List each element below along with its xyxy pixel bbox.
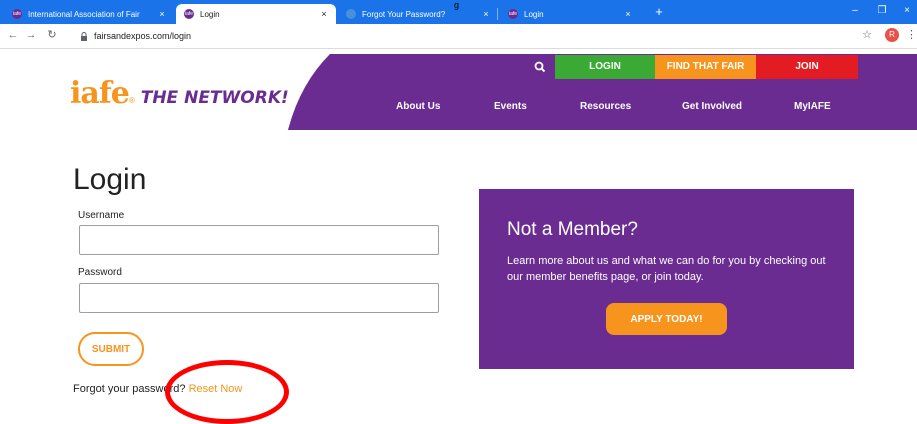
minimize-button[interactable]: – [845, 3, 865, 19]
tab-login-active[interactable]: iafe Login × [176, 4, 336, 24]
url-omnibox[interactable]: fairsandexpos.com/login [80, 27, 880, 45]
nav-about-us[interactable]: About Us [396, 101, 440, 112]
tab-title: Forgot Your Password? [362, 9, 446, 19]
browser-menu-icon[interactable]: ⋮ [906, 28, 917, 42]
iafe-logo[interactable]: iafe ® THE NETWORK! [70, 76, 289, 111]
nav-myiafe[interactable]: MyIAFE [794, 101, 831, 112]
restore-button[interactable]: ❐ [872, 3, 892, 19]
apply-today-button[interactable]: APPLY TODAY! [606, 303, 727, 335]
nav-resources[interactable]: Resources [580, 101, 631, 112]
tab-login-second[interactable]: iafe Login × [500, 4, 640, 24]
tab-close-icon[interactable]: × [622, 9, 634, 19]
tab-title: Login [524, 9, 544, 19]
tab-close-icon[interactable]: × [318, 9, 330, 19]
tab-separator [497, 8, 498, 20]
tab-close-icon[interactable]: × [156, 9, 168, 19]
logo-iafe-text: iafe [70, 76, 130, 111]
profile-avatar[interactable]: R [885, 28, 899, 42]
nav-get-involved[interactable]: Get Involved [682, 101, 742, 112]
iafe-favicon-icon: iafe [12, 9, 22, 19]
iafe-favicon-icon: iafe [508, 9, 518, 19]
overlay-glyph: g [454, 0, 460, 10]
page-title: Login [73, 163, 147, 196]
member-panel-text: Learn more about us and what we can do f… [507, 255, 826, 283]
tab-close-icon[interactable]: × [480, 9, 492, 19]
iafe-favicon-icon: iafe [184, 9, 194, 19]
url-text: fairsandexpos.com/login [94, 31, 192, 41]
find-that-fair-button[interactable]: FIND THAT FAIR [655, 55, 756, 79]
tab-forgot-password[interactable]: Forgot Your Password? × [338, 4, 498, 24]
new-tab-button[interactable]: + [651, 4, 667, 20]
tab-title: International Association of Fair [28, 9, 140, 19]
password-input[interactable] [79, 283, 439, 313]
username-input[interactable] [79, 225, 439, 255]
back-arrow-icon[interactable]: ← [6, 28, 20, 42]
tab-international-association[interactable]: iafe International Association of Fair × [4, 4, 174, 24]
bookmark-star-icon[interactable]: ☆ [860, 28, 874, 41]
logo-registered-mark: ® [128, 96, 135, 105]
search-icon[interactable] [532, 59, 548, 75]
submit-button[interactable]: SUBMIT [78, 332, 144, 366]
reload-icon[interactable]: ↻ [45, 28, 59, 42]
globe-favicon-icon [346, 9, 356, 19]
nav-events[interactable]: Events [494, 101, 527, 112]
logo-network-text: THE NETWORK! [140, 88, 289, 108]
forward-arrow-icon[interactable]: → [24, 28, 38, 42]
login-button[interactable]: LOGIN [555, 55, 655, 79]
password-label: Password [78, 267, 122, 278]
red-annotation-circle [165, 360, 289, 424]
username-label: Username [78, 210, 125, 221]
close-window-button[interactable]: × [897, 3, 917, 19]
member-panel-title: Not a Member? [507, 219, 638, 240]
join-button[interactable]: JOIN [756, 55, 858, 79]
tab-title: Login [200, 9, 220, 19]
lock-icon [81, 31, 87, 41]
